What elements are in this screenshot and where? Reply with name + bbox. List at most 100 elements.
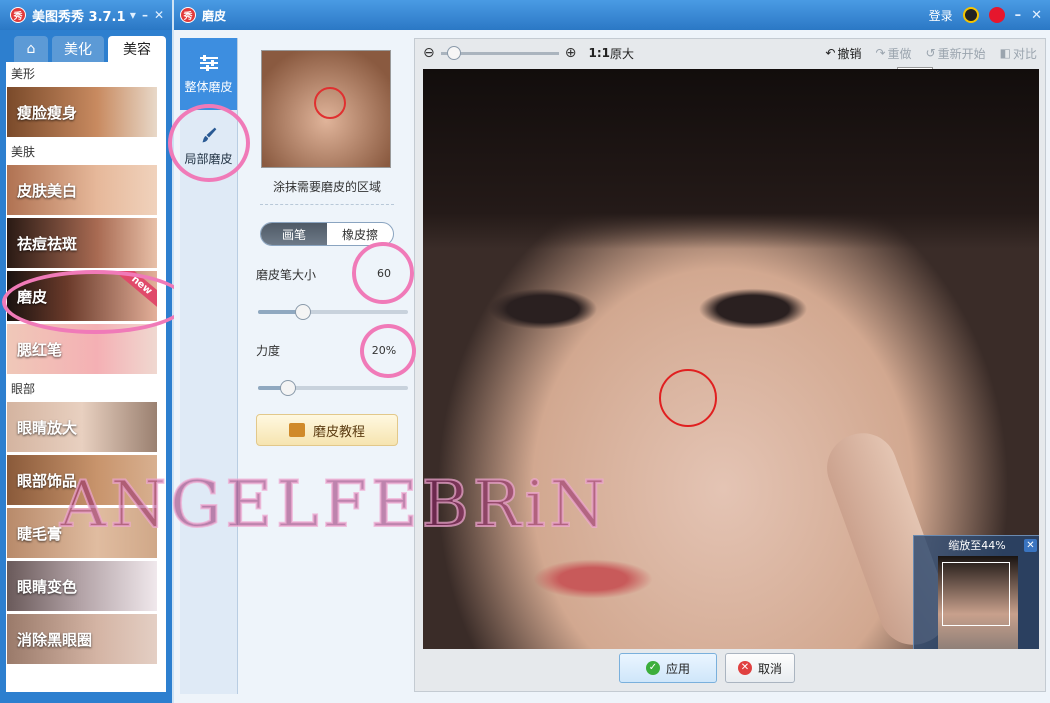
dialog-logo-icon: 秀	[180, 7, 196, 23]
compare-icon: ◧	[999, 46, 1011, 60]
tutorial-label: 磨皮教程	[312, 424, 365, 440]
minimize-icon[interactable]: –	[142, 8, 148, 22]
strength-slider[interactable]	[258, 380, 408, 396]
tool-label: 瘦脸瘦身	[17, 103, 78, 122]
photo-canvas[interactable]: 缩放至44% ✕	[423, 69, 1039, 649]
tutorial-button[interactable]: 磨皮教程	[256, 414, 398, 446]
tool-eye-enlarge[interactable]: 眼睛放大	[7, 402, 157, 452]
restart-button[interactable]: ↺ 重新开始	[926, 45, 986, 62]
tool-blush[interactable]: 腮红笔	[7, 324, 157, 374]
brush-preview-ring	[314, 87, 346, 119]
mode-partial-smoothing[interactable]: 局部磨皮	[180, 110, 237, 182]
dialog-title: 磨皮	[202, 8, 227, 23]
weibo-icon[interactable]	[988, 7, 1005, 23]
compare-button[interactable]: ◧ 对比	[1000, 45, 1037, 62]
mode-label: 整体磨皮	[184, 79, 233, 94]
dialog-titlebar-right: 登录 – ✕	[929, 7, 1042, 24]
tool-toggle: 画笔 橡皮擦	[260, 222, 394, 246]
app-window-controls: ▾ – ✕	[130, 8, 164, 22]
divider	[260, 204, 394, 205]
app-tabs: ⌂ 美化 美容	[0, 30, 172, 62]
slider-knob[interactable]	[295, 304, 311, 320]
tab-beautify[interactable]: 美化	[52, 36, 104, 62]
redo-icon: ↷	[875, 46, 886, 60]
tool-label: 眼睛放大	[17, 418, 78, 437]
actual-size-label[interactable]: 原大	[610, 45, 634, 62]
app-logo-icon: 秀	[10, 7, 26, 23]
tool-eye-color[interactable]: 眼睛变色	[7, 561, 157, 611]
tool-label: 眼部饰品	[17, 471, 78, 490]
tool-label: 眼睛变色	[17, 577, 78, 596]
slider-knob[interactable]	[280, 380, 296, 396]
eraser-option[interactable]: 橡皮擦	[327, 223, 393, 245]
close-icon[interactable]: ✕	[1024, 539, 1037, 552]
login-link[interactable]: 登录	[929, 7, 953, 24]
brush-option[interactable]: 画笔	[261, 223, 327, 245]
compare-label: 对比	[1012, 46, 1037, 61]
close-icon[interactable]: ✕	[1031, 8, 1042, 23]
dialog-titlebar: 秀 磨皮 登录 – ✕	[174, 0, 1050, 30]
strength-value: 20%	[371, 344, 397, 357]
tool-acne-removal[interactable]: 祛痘祛斑	[7, 218, 157, 268]
zoom-knob[interactable]	[446, 45, 461, 60]
navigator-title: 缩放至44%	[948, 539, 1006, 552]
brush-size-value: 60	[377, 267, 391, 280]
app-titlebar: 秀 美图秀秀 3.7.1 ▾ – ✕	[0, 0, 172, 30]
zoom-navigator: 缩放至44% ✕	[913, 535, 1039, 649]
preview-image	[261, 50, 391, 168]
skin-smoothing-dialog: 秀 磨皮 登录 – ✕ 整体磨皮 局部磨皮 涂抹需要磨皮的区域 画笔 橡皮擦 磨…	[174, 0, 1050, 703]
beauty-tool-list: 美形 瘦脸瘦身 美肤 皮肤美白 祛痘祛斑 磨皮 new 腮红笔 眼部 眼睛放大 …	[6, 62, 166, 692]
restart-icon: ↺	[925, 46, 936, 60]
minimize-icon[interactable]: –	[1015, 8, 1022, 23]
main-app-window: 秀 美图秀秀 3.7.1 ▾ – ✕ ⌂ 美化 美容 美形 瘦脸瘦身 美肤 皮肤…	[0, 0, 172, 703]
tool-dark-circles[interactable]: 消除黑眼圈	[7, 614, 157, 664]
section-eyes: 眼部	[11, 382, 36, 396]
tool-skin-smoothing[interactable]: 磨皮 new	[7, 271, 157, 321]
undo-icon: ↶	[825, 46, 836, 60]
tab-beauty[interactable]: 美容	[108, 36, 166, 62]
undo-button[interactable]: ↶ 撤销	[825, 45, 861, 62]
restart-label: 重新开始	[937, 46, 986, 61]
brush-icon	[201, 127, 216, 142]
cancel-icon: ✕	[737, 661, 752, 675]
tool-skin-whitening[interactable]: 皮肤美白	[7, 165, 157, 215]
check-icon: ✓	[645, 661, 660, 675]
brush-size-slider[interactable]	[258, 304, 408, 320]
brush-size-label: 磨皮笔大小	[256, 268, 317, 282]
navigator-viewport[interactable]	[942, 562, 1010, 626]
actual-size-ratio[interactable]: 1:1	[588, 46, 610, 60]
app-title: 美图秀秀 3.7.1	[32, 9, 126, 25]
brush-cursor	[659, 369, 717, 427]
tool-label: 磨皮	[17, 287, 48, 306]
zoom-in-icon[interactable]: ⊕	[565, 45, 577, 61]
footer-buttons: ✓ 应用 ✕ 取消	[619, 653, 795, 683]
tool-eye-accessories[interactable]: 眼部饰品	[7, 455, 157, 505]
tool-mascara[interactable]: 睫毛膏	[7, 508, 157, 558]
cancel-label: 取消	[757, 661, 782, 676]
tool-label: 祛痘祛斑	[17, 234, 78, 253]
hint-text: 涂抹需要磨皮的区域	[272, 180, 381, 194]
mode-column: 整体磨皮 局部磨皮	[180, 38, 238, 694]
zoom-out-icon[interactable]: ⊖	[423, 45, 435, 61]
qq-icon[interactable]	[962, 7, 979, 23]
apply-button[interactable]: ✓ 应用	[619, 653, 717, 683]
mode-label: 局部磨皮	[184, 151, 233, 166]
apply-label: 应用	[665, 661, 690, 676]
dropdown-icon[interactable]: ▾	[130, 8, 136, 22]
new-badge: new	[111, 271, 157, 313]
book-icon	[288, 423, 305, 437]
sliders-icon	[199, 54, 218, 71]
photo-hair-region	[423, 69, 1039, 249]
tool-label: 睫毛膏	[17, 524, 63, 543]
undo-label: 撤销	[837, 46, 862, 61]
section-shape: 美形	[11, 67, 36, 81]
tool-slim-face[interactable]: 瘦脸瘦身	[7, 87, 157, 137]
close-icon[interactable]: ✕	[154, 8, 164, 22]
canvas-toolbar: ⊖ ⊕ 1:1 原大 ↶ 撤销 ↷ 重做 ↺ 重新开始 ◧ 对比	[415, 39, 1047, 67]
tab-home[interactable]: ⌂	[14, 36, 48, 62]
mode-overall-smoothing[interactable]: 整体磨皮	[180, 38, 237, 110]
redo-button[interactable]: ↷ 重做	[875, 45, 911, 62]
zoom-slider[interactable]	[440, 45, 559, 60]
tool-label: 皮肤美白	[17, 181, 78, 200]
cancel-button[interactable]: ✕ 取消	[725, 653, 795, 683]
